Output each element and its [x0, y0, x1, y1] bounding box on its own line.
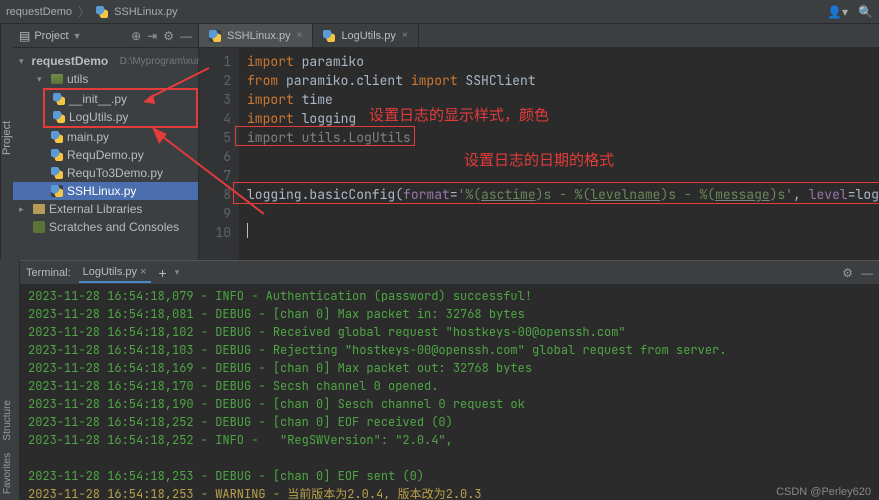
user-icon[interactable]: 👤▾	[827, 5, 848, 19]
terminal-line: 2023-11-28 16:54:18,081 - DEBUG - [chan …	[28, 305, 871, 323]
terminal-line: 2023-11-28 16:54:18,252 - INFO - "RegSWV…	[28, 431, 871, 449]
terminal-line: 2023-11-28 16:54:18,169 - DEBUG - [chan …	[28, 359, 871, 377]
collapse-icon[interactable]: ⇥	[147, 29, 157, 43]
tree-file-main[interactable]: main.py	[13, 128, 198, 146]
close-icon[interactable]: ×	[140, 266, 146, 278]
chevron-down-icon[interactable]: ▼	[73, 31, 82, 41]
breadcrumb-project[interactable]: requestDemo	[6, 6, 72, 18]
tree-external-libs[interactable]: ▸External Libraries	[13, 200, 198, 218]
search-icon[interactable]: 🔍	[858, 5, 873, 19]
tree-file-logutils[interactable]: LogUtils.py	[47, 108, 194, 126]
titlebar: requestDemo 〉 SSHLinux.py 👤▾ 🔍	[0, 0, 879, 24]
tab-sshlinux[interactable]: SSHLinux.py×	[199, 24, 313, 47]
select-open-file-icon[interactable]: ⊕	[131, 29, 141, 43]
folder-icon: ▤	[19, 29, 30, 43]
tree-file-sshlinux[interactable]: SSHLinux.py	[13, 182, 198, 200]
python-file-icon	[51, 185, 63, 197]
left-tool-tabs: Structure Favorites	[0, 260, 20, 500]
tree-folder-utils[interactable]: ▾utils	[13, 70, 198, 88]
close-icon[interactable]: ×	[402, 30, 408, 41]
terminal-hide-icon[interactable]: —	[861, 266, 873, 280]
tab-logutils[interactable]: LogUtils.py×	[313, 24, 418, 47]
library-icon	[33, 204, 45, 214]
code-content[interactable]: import paramiko from paramiko.client imp…	[239, 48, 879, 260]
terminal-tab-logutils[interactable]: LogUtils.py ×	[79, 263, 151, 283]
project-sidebar: ▤ Project ▼ ⊕ ⇥ ⚙ — ▾requestDemo D:\Mypr…	[13, 24, 199, 260]
hide-icon[interactable]: —	[180, 29, 192, 43]
terminal-settings-icon[interactable]: ⚙	[842, 266, 853, 280]
breadcrumb-sep: 〉	[78, 3, 90, 20]
python-file-icon	[53, 93, 65, 105]
terminal-line: 2023-11-28 16:54:18,252 - DEBUG - [chan …	[28, 413, 871, 431]
tree-root[interactable]: ▾requestDemo D:\Myprogram\xunj	[13, 52, 198, 70]
code-area[interactable]: 12345678910 import paramiko from paramik…	[199, 48, 879, 260]
new-terminal-button[interactable]: +	[159, 265, 167, 281]
python-file-icon	[96, 6, 108, 18]
python-file-icon	[323, 30, 335, 42]
python-file-icon	[51, 167, 63, 179]
sidebar-header: ▤ Project ▼ ⊕ ⇥ ⚙ —	[13, 24, 198, 48]
tree-file-requdemo[interactable]: RequDemo.py	[13, 146, 198, 164]
project-tool-tab[interactable]: Project	[0, 24, 13, 260]
terminal-line	[28, 449, 871, 467]
tree-file-init[interactable]: __init__.py	[47, 90, 194, 108]
chevron-down-icon[interactable]: ▾	[175, 267, 180, 278]
python-file-icon	[209, 30, 221, 42]
project-tree: ▾requestDemo D:\Myprogram\xunj ▾utils __…	[13, 48, 198, 240]
terminal-output[interactable]: 2023-11-28 16:54:18,079 - INFO - Authent…	[20, 285, 879, 499]
terminal-line: 2023-11-28 16:54:18,079 - INFO - Authent…	[28, 287, 871, 305]
settings-icon[interactable]: ⚙	[163, 29, 174, 43]
terminal-line: 2023-11-28 16:54:18,103 - DEBUG - Reject…	[28, 341, 871, 359]
terminal-line: 2023-11-28 16:54:18,190 - DEBUG - [chan …	[28, 395, 871, 413]
editor-tabs: SSHLinux.py× LogUtils.py×	[199, 24, 879, 48]
scratch-icon	[33, 221, 45, 233]
python-file-icon	[51, 131, 63, 143]
terminal-line: 2023-11-28 16:54:18,170 - DEBUG - Secsh …	[28, 377, 871, 395]
favorites-tool-tab[interactable]: Favorites	[0, 447, 19, 500]
terminal-tabs: Terminal: LogUtils.py × + ▾ ⚙ —	[20, 261, 879, 285]
sidebar-title: Project	[34, 30, 68, 42]
terminal-line: 2023-11-28 16:54:18,253 - WARNING - 当前版本…	[28, 485, 871, 499]
terminal-panel: Terminal: LogUtils.py × + ▾ ⚙ — 2023-11-…	[20, 260, 879, 499]
python-file-icon	[51, 149, 63, 161]
close-icon[interactable]: ×	[297, 30, 303, 41]
structure-tool-tab[interactable]: Structure	[0, 394, 19, 447]
tree-file-requto3[interactable]: RequTo3Demo.py	[13, 164, 198, 182]
gutter: 12345678910	[199, 48, 239, 260]
terminal-line: 2023-11-28 16:54:18,102 - DEBUG - Receiv…	[28, 323, 871, 341]
tree-scratches[interactable]: Scratches and Consoles	[13, 218, 198, 236]
terminal-label: Terminal:	[26, 267, 71, 279]
editor: SSHLinux.py× LogUtils.py× 12345678910 im…	[199, 24, 879, 260]
terminal-line: 2023-11-28 16:54:18,253 - DEBUG - [chan …	[28, 467, 871, 485]
python-file-icon	[53, 111, 65, 123]
folder-icon	[51, 74, 63, 84]
watermark: CSDN @Perley620	[776, 486, 871, 498]
breadcrumb-file[interactable]: SSHLinux.py	[114, 6, 178, 18]
